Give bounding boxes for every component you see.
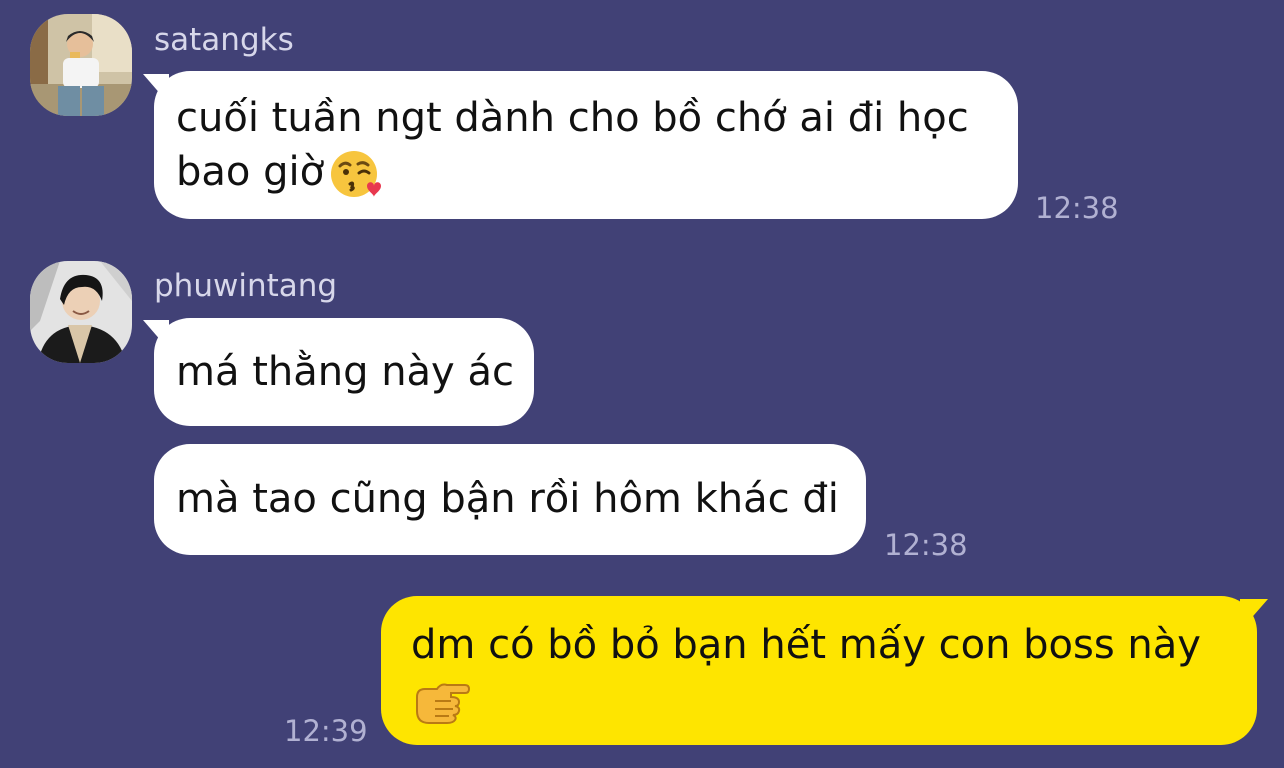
message-bubble-outgoing[interactable]: dm có bồ bỏ bạn hết mấy con boss này — [381, 596, 1257, 745]
chat-view: satangks cuối tuần ngt dành cho bồ chớ a… — [0, 0, 1284, 768]
timestamp: 12:39 — [284, 714, 368, 748]
message-text: cuối tuần ngt dành cho bồ chớ ai đi học — [176, 95, 969, 141]
avatar-photo-icon — [30, 261, 132, 363]
timestamp: 12:38 — [1035, 191, 1119, 225]
message-text: dm có bồ bỏ bạn hết mấy con boss này — [411, 622, 1201, 668]
sender-name: phuwintang — [154, 268, 338, 304]
avatar-satangks[interactable] — [30, 14, 132, 116]
message-bubble[interactable]: mà tao cũng bận rồi hôm khác đi — [154, 444, 866, 555]
message-bubble[interactable]: má thằng này ác — [154, 318, 534, 426]
kissing-face-icon — [330, 148, 382, 200]
message-text: bao giờ — [176, 149, 325, 195]
message-text: mà tao cũng bận rồi hôm khác đi — [176, 476, 839, 522]
message-text: má thằng này ác — [176, 349, 514, 395]
message-text-line-2: bao giờ — [176, 145, 996, 200]
avatar-phuwintang[interactable] — [30, 261, 132, 363]
pointing-hand-icon — [411, 675, 471, 727]
sender-name: satangks — [154, 22, 294, 58]
avatar-photo-icon — [30, 14, 132, 116]
bubble-tail — [1240, 599, 1268, 631]
timestamp: 12:38 — [884, 528, 968, 562]
message-emoji-line — [411, 672, 1227, 727]
message-bubble[interactable]: cuối tuần ngt dành cho bồ chớ ai đi học … — [154, 71, 1018, 219]
